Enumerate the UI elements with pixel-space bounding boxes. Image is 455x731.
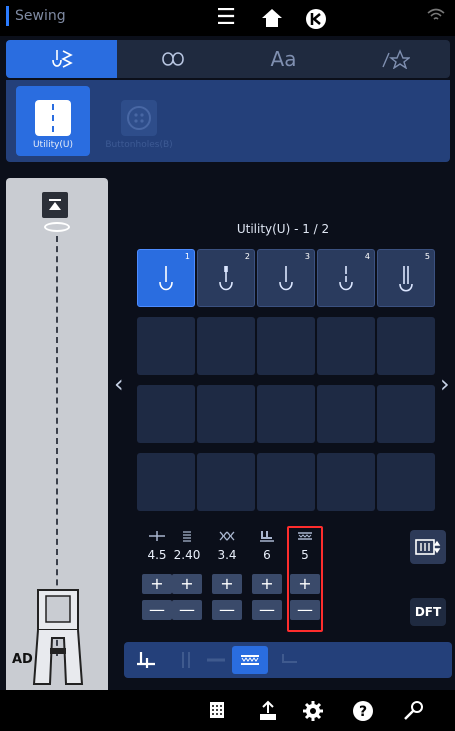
stitch-memory-icon[interactable] [204,700,230,722]
stitch-slot[interactable] [137,385,195,443]
stitch-2[interactable]: 2 [197,249,255,307]
stitch-width-icon [142,530,172,545]
subtab-buttonholes[interactable]: Buttonholes(B) [102,86,176,156]
stitch-number: 5 [424,252,430,261]
previous-page-arrow[interactable]: ‹ [114,370,124,398]
stitch-slot[interactable] [137,453,195,511]
stitch-slot[interactable] [197,385,255,443]
stitch-slot[interactable] [377,453,435,511]
triple-stitch-icon [378,264,434,302]
stitch-3[interactable]: 3 [257,249,315,307]
stitch-slot[interactable] [377,317,435,375]
subtab-buttonholes-label: Buttonholes(B) [105,140,173,150]
stitch-width-minus-button[interactable]: — [142,600,172,620]
stitch-number: 1 [184,252,190,261]
stitch-1[interactable]: 1 [137,249,195,307]
presser-foot-pressure-icon [252,530,282,545]
dft-button[interactable]: DFT [410,598,446,626]
stitch-5[interactable]: 5 [377,249,435,307]
stitch-slot[interactable] [317,453,375,511]
tab-favorites[interactable] [339,40,450,78]
stitch-number: 2 [244,252,250,261]
presser-foot-pressure-minus-button[interactable]: — [252,600,282,620]
feed-dog-icon [241,655,259,665]
stitch-slot[interactable] [137,317,195,375]
thread-tension-plus-button[interactable]: + [212,574,242,594]
back-circle-icon[interactable] [304,8,328,29]
buttonhole-icon [121,100,157,136]
wifi-icon [424,8,448,28]
stitch-slot[interactable] [257,317,315,375]
stitch-slot[interactable] [197,317,255,375]
selected-adjustment-highlight [287,526,323,632]
feed-dog-button[interactable] [232,646,268,674]
top-bar: Sewing ☰ [0,0,455,36]
bobbin-icon [44,222,70,232]
svg-text:?: ? [359,704,367,720]
stitch-length-plus-button[interactable]: + [172,574,202,594]
tab-utility-stitches[interactable] [6,40,117,78]
export-icon[interactable] [255,700,281,722]
tools-icon[interactable] [400,700,426,722]
bottom-navigation: ? [0,690,455,731]
straight-stitch-reinforced-icon [198,264,254,302]
help-icon[interactable]: ? [350,700,376,722]
stitch-4[interactable]: 4 [317,249,375,307]
straight-stitch-lock-icon [318,264,374,302]
next-page-arrow[interactable]: › [440,370,450,398]
presser-foot-lift-button[interactable] [272,646,308,674]
thread-tension-value: 3.4 [217,548,237,562]
stitch-number: 3 [304,252,310,261]
needle-position-icon [137,652,155,668]
settings-gear-icon[interactable] [300,700,326,722]
tab-alphabets[interactable]: Aa [228,40,339,78]
stitch-page-title: Utility(U) - 1 / 2 [236,222,330,236]
stitch-slot[interactable] [257,385,315,443]
presser-foot-icon [32,588,84,692]
straight-stitch-left-icon [138,264,194,302]
stitch-preview-panel: AD [6,178,108,705]
presser-foot-label: AD [12,652,33,667]
stitch-slot[interactable] [197,453,255,511]
stitch-slot[interactable] [317,317,375,375]
stitch-length-minus-button[interactable]: — [172,600,202,620]
stitch-width-plus-button[interactable]: + [142,574,172,594]
thread-tension-icon [212,530,242,545]
subtab-utility-label: Utility(U) [32,140,74,150]
stitch-slot[interactable] [257,453,315,511]
presser-foot-pressure-plus-button[interactable]: + [252,574,282,594]
thread-tension-minus-button[interactable]: — [212,600,242,620]
presser-foot-lift-icon [282,654,297,663]
stitch-number: 4 [364,252,370,261]
hamburger-menu-icon[interactable]: ☰ [214,7,238,29]
utility-stitch-icon [35,100,71,136]
stitch-width-limit-icon [207,658,225,662]
straight-stitch-center-icon [258,264,314,302]
stitch-width-limit-button[interactable] [198,646,234,674]
stitch-length-value: 2.40 [173,548,201,562]
stitch-width-value: 4.5 [147,548,167,562]
stitch-settings-button[interactable] [410,530,446,564]
stitch-slot[interactable] [377,385,435,443]
home-icon[interactable] [260,8,284,28]
needle-up-icon[interactable] [42,192,68,218]
needle-position-button[interactable] [128,646,164,674]
twin-needle-icon [182,652,190,668]
tab-embroidery[interactable] [117,40,228,78]
subtab-utility[interactable]: Utility(U) [16,86,90,156]
presser-foot-pressure-value: 6 [263,548,271,562]
stitch-length-icon [172,530,202,545]
mode-title: Sewing [6,6,66,26]
function-strip [124,642,452,678]
stitch-slot[interactable] [317,385,375,443]
stitch-settings-icon [415,539,441,555]
stitch-category-panel: Utility(U) Buttonholes(B) [6,80,450,162]
category-tabs: Aa [6,40,450,78]
